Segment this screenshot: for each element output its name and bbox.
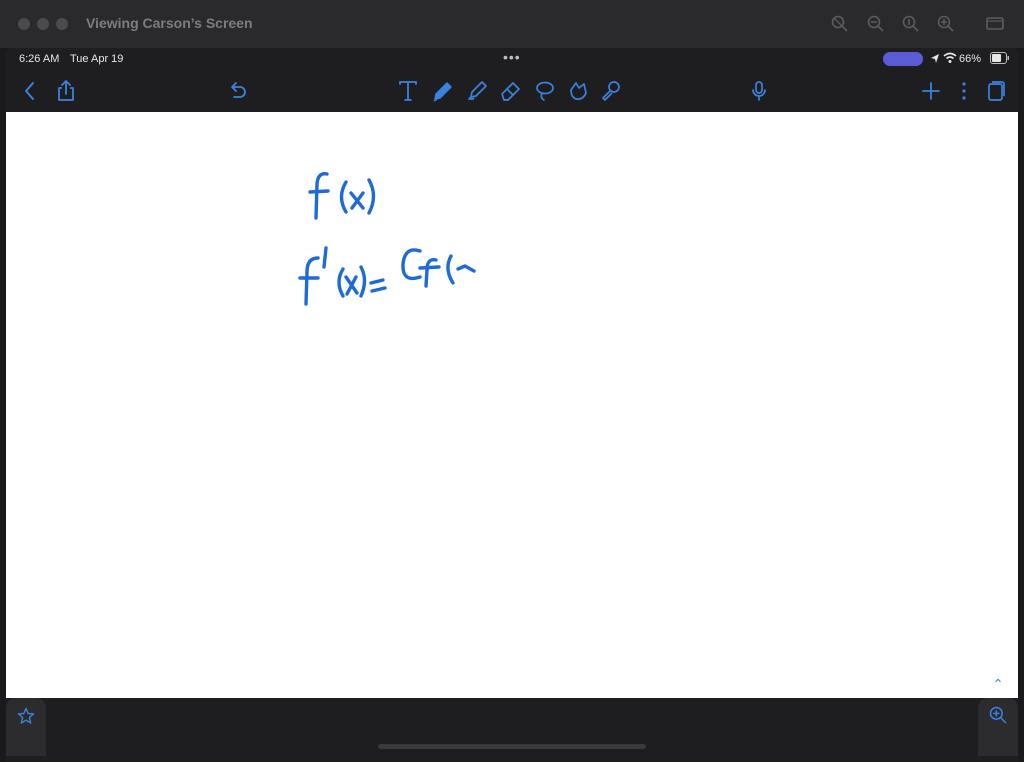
ipad-status-bar: 6:26 AM Tue Apr 19 ••• 66% bbox=[6, 48, 1018, 70]
pages-icon[interactable] bbox=[984, 79, 1008, 103]
back-chevron-icon[interactable] bbox=[18, 79, 42, 103]
pen-tool-icon[interactable] bbox=[431, 79, 455, 103]
battery-icon bbox=[990, 52, 1009, 64]
zoom-in-icon[interactable] bbox=[937, 15, 955, 33]
text-tool-icon[interactable] bbox=[396, 79, 420, 103]
page-up-button[interactable]: ⌃ bbox=[984, 677, 1012, 691]
shapes-tool-icon[interactable] bbox=[566, 79, 590, 103]
home-indicator[interactable] bbox=[378, 744, 646, 749]
zoom-out-icon[interactable] bbox=[867, 15, 885, 33]
add-page-icon[interactable] bbox=[919, 79, 943, 103]
zoom-in-icon bbox=[989, 706, 1007, 724]
lasso-tool-icon[interactable] bbox=[533, 79, 557, 103]
note-canvas[interactable]: ⌃ 12 / 13 ⌄ bbox=[6, 112, 1018, 762]
wifi-icon bbox=[943, 52, 957, 63]
goodnotes-toolbar bbox=[6, 70, 1018, 112]
handwriting-fx bbox=[308, 172, 376, 220]
more-icon[interactable] bbox=[952, 79, 976, 103]
zoom-fit-icon[interactable] bbox=[831, 15, 849, 33]
zoom-actual-icon[interactable] bbox=[902, 15, 920, 33]
star-icon bbox=[17, 707, 35, 724]
highlighter-tool-icon[interactable] bbox=[465, 79, 489, 103]
screen-share-icon[interactable] bbox=[986, 15, 1004, 33]
bottom-bar bbox=[6, 698, 1018, 762]
zoom-window-button[interactable] bbox=[56, 18, 68, 30]
share-icon[interactable] bbox=[54, 79, 78, 103]
battery-percent: 66% bbox=[959, 53, 982, 65]
minimize-window-button[interactable] bbox=[37, 18, 49, 30]
close-window-button[interactable] bbox=[18, 18, 30, 30]
handwriting-layer bbox=[298, 172, 476, 306]
zoom-window-button[interactable] bbox=[978, 698, 1018, 756]
screen-mirroring-pill bbox=[883, 52, 923, 66]
microphone-icon[interactable] bbox=[747, 79, 771, 103]
location-icon bbox=[931, 54, 939, 63]
status-time: 6:26 AM bbox=[19, 53, 60, 65]
handwriting-fprime bbox=[298, 246, 476, 306]
status-date: Tue Apr 19 bbox=[70, 53, 124, 65]
laser-pointer-icon[interactable] bbox=[599, 79, 623, 103]
multitasking-dots-icon[interactable]: ••• bbox=[503, 49, 521, 65]
window-title: Viewing Carson’s Screen bbox=[86, 15, 253, 31]
favorite-button[interactable] bbox=[6, 698, 46, 756]
undo-icon[interactable] bbox=[225, 79, 249, 103]
eraser-tool-icon[interactable] bbox=[499, 79, 523, 103]
ipad-screen: 6:26 AM Tue Apr 19 ••• 66% ⌃ bbox=[6, 48, 1018, 762]
window-titlebar: Viewing Carson’s Screen bbox=[0, 0, 1024, 48]
